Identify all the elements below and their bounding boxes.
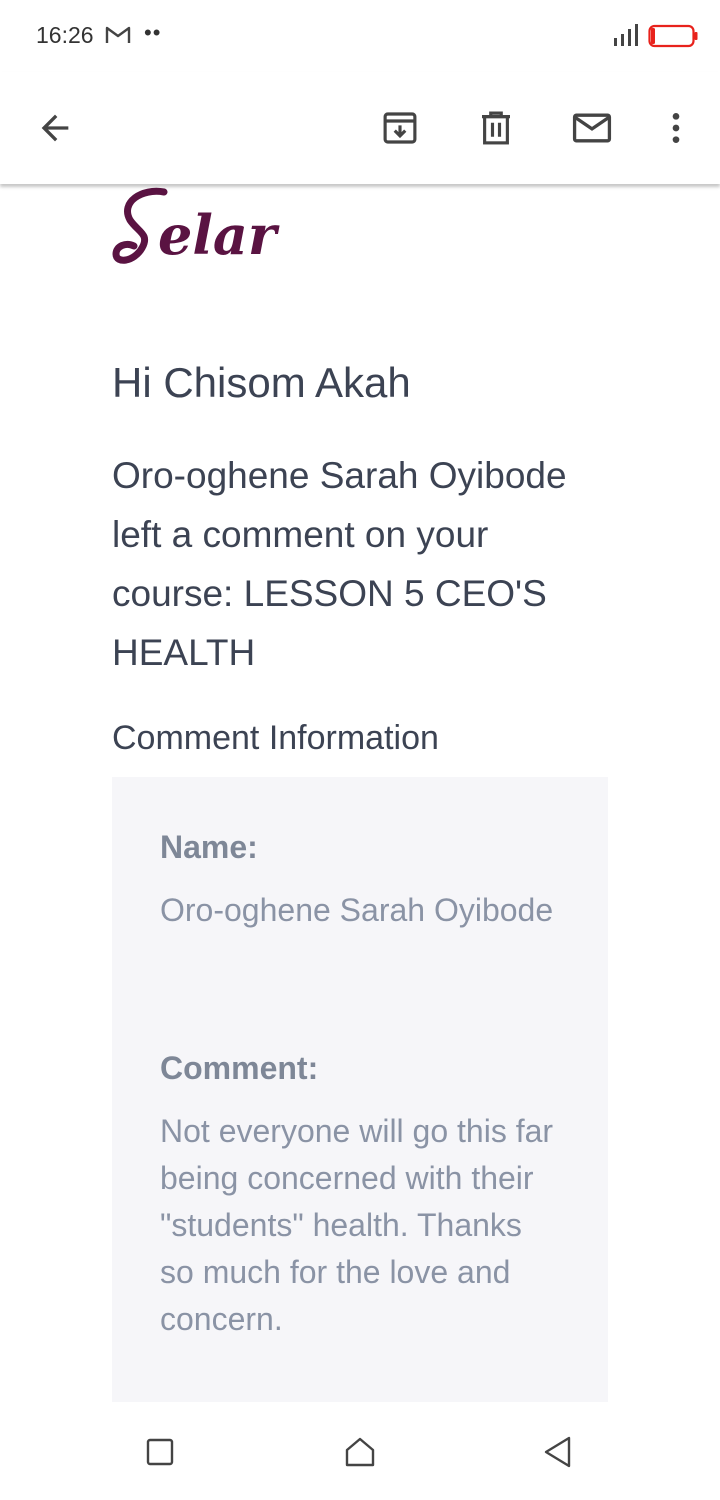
system-nav-bar <box>0 1402 720 1500</box>
nav-back-button[interactable] <box>538 1432 578 1472</box>
signal-icon <box>612 22 642 53</box>
comment-info-box: Name: Oro-oghene Sarah Oyibode Comment: … <box>112 777 608 1402</box>
archive-icon <box>383 112 417 144</box>
more-options-button[interactable] <box>648 100 704 156</box>
back-button[interactable] <box>27 100 83 156</box>
comment-label: Comment: <box>160 1050 319 1086</box>
overflow-dots: •• <box>144 20 162 45</box>
home-button[interactable] <box>340 1432 380 1472</box>
gmail-icon <box>104 24 132 51</box>
more-vert-icon <box>672 113 680 143</box>
section-title: Comment Information <box>112 719 439 757</box>
email-toolbar <box>0 72 720 184</box>
square-icon <box>146 1438 174 1466</box>
battery-low-icon <box>648 24 698 53</box>
archive-button[interactable] <box>372 100 428 156</box>
notification-message: Oro-oghene Sarah Oyibode left a comment … <box>112 455 567 673</box>
triangle-back-icon <box>544 1436 571 1468</box>
selar-logo: elar <box>112 187 280 267</box>
status-time: 16:26 <box>36 22 94 48</box>
svg-text:elar: elar <box>158 203 280 267</box>
recent-apps-button[interactable] <box>140 1432 180 1472</box>
name-value: Oro-oghene Sarah Oyibode <box>160 892 554 928</box>
delete-button[interactable] <box>468 100 524 156</box>
name-label: Name: <box>160 829 258 865</box>
mark-unread-button[interactable] <box>564 100 620 156</box>
home-icon <box>345 1437 375 1467</box>
trash-icon <box>482 111 510 145</box>
status-bar: 16:26 •• <box>0 0 720 72</box>
comment-value: Not everyone will go this far being conc… <box>160 1113 554 1337</box>
greeting: Hi Chisom Akah <box>112 359 411 406</box>
email-body: elar Hi Chisom Akah Oro-oghene Sarah Oyi… <box>0 184 720 1402</box>
arrow-left-icon <box>41 114 69 142</box>
mail-icon <box>572 113 612 143</box>
